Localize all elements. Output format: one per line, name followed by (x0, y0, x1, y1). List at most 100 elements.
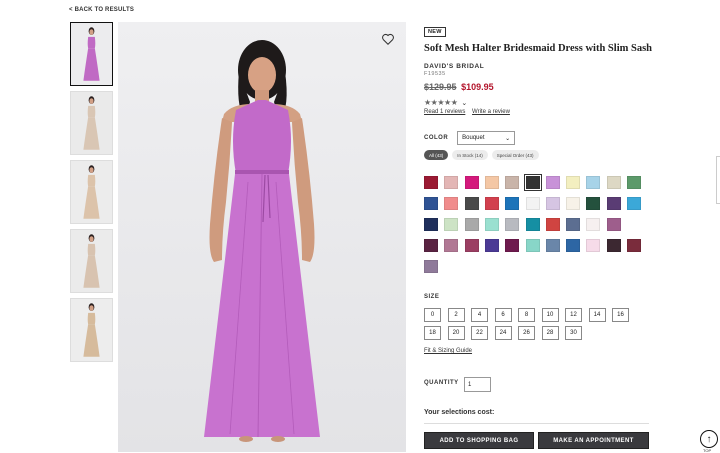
size-option[interactable]: 2 (447, 308, 465, 322)
color-swatch[interactable] (444, 197, 459, 210)
product-title: Soft Mesh Halter Bridesmaid Dress with S… (424, 43, 652, 54)
new-badge: NEW (424, 27, 446, 37)
size-option[interactable]: 20 (447, 326, 465, 340)
color-dropdown-value: Bouquet (462, 135, 485, 141)
color-swatch[interactable] (505, 218, 520, 231)
color-swatch[interactable] (525, 218, 540, 231)
color-swatch[interactable] (627, 239, 641, 252)
product-thumbnail[interactable] (70, 229, 113, 293)
size-option[interactable]: 14 (588, 308, 606, 322)
write-review-link[interactable]: Write a review (472, 109, 510, 115)
color-swatch[interactable] (545, 176, 560, 189)
color-swatch[interactable] (566, 239, 581, 252)
wishlist-heart-icon[interactable] (381, 32, 395, 46)
product-sku: F19535 (424, 71, 446, 77)
fit-sizing-guide-link[interactable]: Fit & Sizing Guide (424, 348, 472, 354)
color-filter-row: All (43) In Stock (14) Special Order (43… (424, 150, 654, 160)
color-swatch[interactable] (484, 197, 499, 210)
color-swatch[interactable] (424, 176, 438, 189)
size-option[interactable]: 0 (424, 308, 441, 322)
color-swatch[interactable] (525, 239, 540, 252)
size-option[interactable]: 4 (471, 308, 488, 322)
back-to-results-link[interactable]: < BACK TO RESULTS (69, 7, 134, 13)
color-swatch[interactable] (424, 239, 438, 252)
color-swatch[interactable] (505, 176, 520, 189)
quantity-input[interactable]: 1 (464, 377, 491, 392)
product-main-image (118, 22, 406, 452)
size-option[interactable]: 28 (541, 326, 559, 340)
color-swatch[interactable] (566, 176, 581, 189)
size-option[interactable]: 8 (518, 308, 535, 322)
color-swatch[interactable] (606, 176, 621, 189)
color-swatch[interactable] (484, 176, 499, 189)
color-swatch[interactable] (424, 260, 438, 273)
color-swatch[interactable] (586, 218, 601, 231)
color-swatch[interactable] (464, 197, 479, 210)
filter-special-order[interactable]: Special Order (43) (491, 150, 539, 160)
product-thumbnail[interactable] (70, 160, 113, 224)
color-swatch[interactable] (464, 176, 479, 189)
size-option[interactable]: 12 (565, 308, 582, 322)
color-swatch[interactable] (566, 197, 581, 210)
size-option[interactable]: 18 (424, 326, 441, 340)
color-swatch[interactable] (444, 239, 459, 252)
add-to-bag-button[interactable]: ADD TO SHOPPING BAG (424, 432, 534, 449)
scroll-to-top-button[interactable]: ↑ (700, 430, 718, 448)
size-option[interactable]: 10 (541, 308, 559, 322)
scroll-to-top-label: TOP (703, 448, 712, 453)
size-option[interactable]: 30 (565, 326, 582, 340)
read-reviews-link[interactable]: Read 1 reviews (424, 109, 465, 115)
original-price: $129.95 (424, 82, 457, 92)
color-swatch[interactable] (444, 176, 459, 189)
color-swatch[interactable] (586, 239, 601, 252)
color-swatch[interactable] (606, 197, 621, 210)
color-swatch[interactable] (424, 197, 438, 210)
color-swatch[interactable] (444, 218, 459, 231)
chevron-down-icon[interactable]: ⌄ (461, 99, 467, 107)
filter-in-stock[interactable]: In Stock (14) (452, 150, 488, 160)
thumbnail-image (83, 234, 100, 288)
side-feedback-tab[interactable] (716, 156, 720, 204)
price-row: $129.95 $109.95 (424, 82, 654, 92)
color-swatch[interactable] (545, 239, 560, 252)
color-swatch[interactable] (484, 239, 499, 252)
color-swatch[interactable] (606, 218, 621, 231)
color-swatch[interactable] (627, 197, 641, 210)
product-thumbnail[interactable] (70, 91, 113, 155)
color-swatch[interactable] (505, 239, 520, 252)
review-links: Read 1 reviews Write a review (424, 109, 654, 115)
color-swatch[interactable] (464, 239, 479, 252)
color-swatch[interactable] (545, 218, 560, 231)
color-swatch[interactable] (606, 239, 621, 252)
size-option[interactable]: 24 (494, 326, 512, 340)
arrow-up-icon: ↑ (706, 433, 712, 445)
color-swatch[interactable] (545, 197, 560, 210)
product-thumbnail[interactable] (70, 22, 113, 86)
thumbnail-image (83, 303, 100, 357)
size-option[interactable]: 22 (471, 326, 488, 340)
color-swatch[interactable] (525, 197, 540, 210)
model-photo (204, 40, 320, 442)
color-swatch[interactable] (464, 218, 479, 231)
make-appointment-button[interactable]: MAKE AN APPOINTMENT (538, 432, 649, 449)
size-option[interactable]: 16 (612, 308, 629, 322)
thumbnail-strip (70, 22, 113, 367)
color-swatch[interactable] (484, 218, 499, 231)
color-swatch[interactable] (424, 218, 438, 231)
color-label: COLOR (424, 135, 449, 141)
size-option[interactable]: 26 (518, 326, 535, 340)
size-option[interactable]: 6 (494, 308, 512, 322)
color-swatch[interactable] (566, 218, 581, 231)
color-dropdown[interactable]: Bouquet ⌄ (457, 131, 516, 145)
color-swatch[interactable] (627, 176, 641, 189)
filter-all[interactable]: All (43) (424, 150, 449, 160)
color-swatch[interactable] (505, 197, 520, 210)
color-swatch[interactable] (586, 197, 601, 210)
color-swatch[interactable] (586, 176, 601, 189)
product-thumbnail[interactable] (70, 298, 113, 362)
star-rating: ★★★★★ (424, 98, 458, 107)
selections-cost-label: Your selections cost: (424, 409, 495, 416)
color-swatch[interactable] (523, 174, 542, 191)
quantity-label: QUANTITY (424, 380, 459, 386)
size-label: SIZE (424, 294, 440, 300)
